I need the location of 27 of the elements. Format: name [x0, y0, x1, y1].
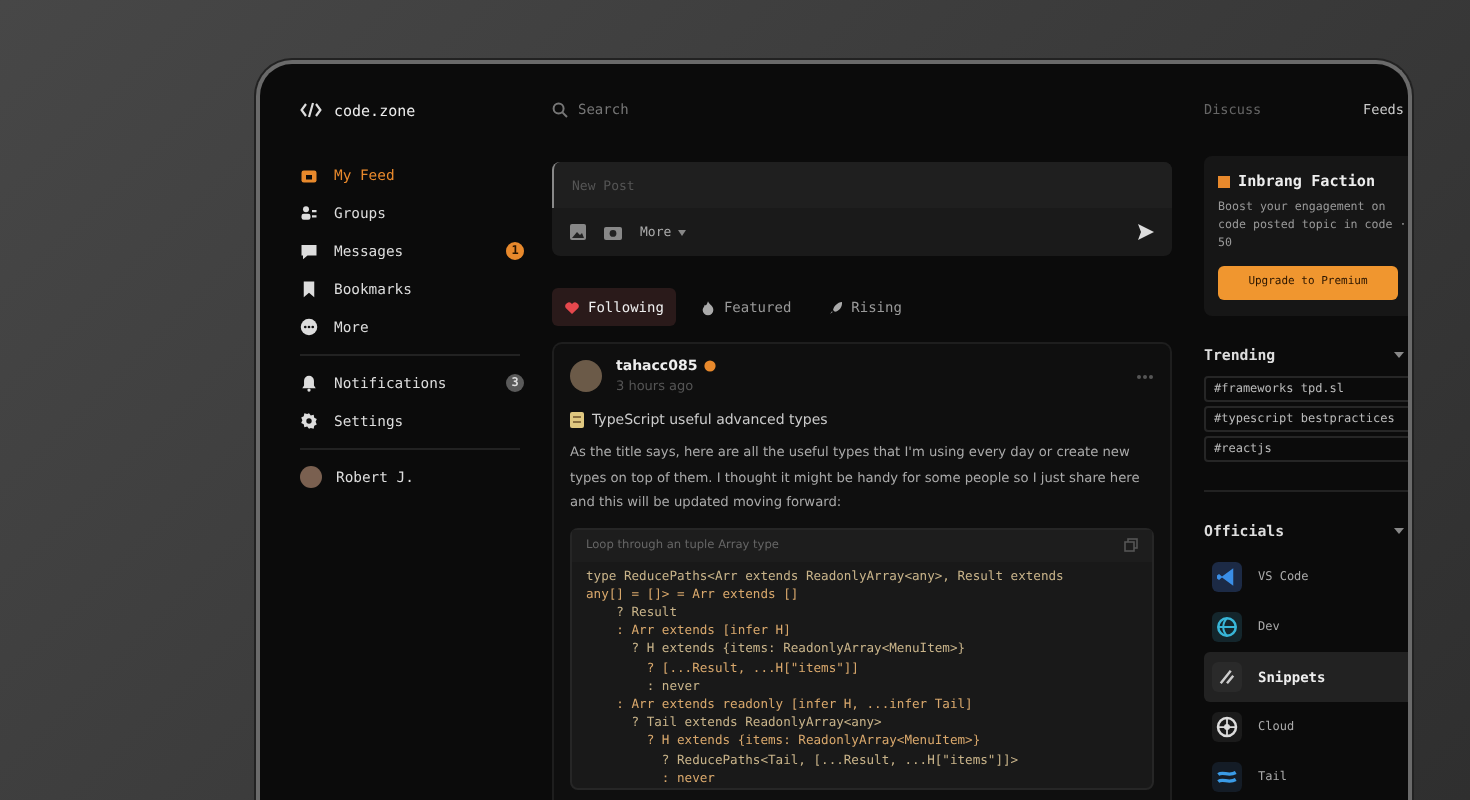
code-brackets-icon [300, 102, 322, 118]
bell-icon [300, 374, 318, 392]
more-icon [300, 318, 318, 336]
badge-icon [703, 360, 716, 372]
square-icon [1218, 175, 1230, 187]
settings-icon [300, 412, 318, 430]
heart-icon [564, 299, 580, 315]
send-icon [1138, 224, 1154, 240]
avatar [300, 466, 322, 488]
pen-icon [1212, 662, 1242, 692]
more-options-icon[interactable] [1136, 373, 1154, 379]
chat-bubble-icon [300, 242, 318, 260]
people-icon [300, 204, 318, 222]
wave-icon [1212, 762, 1242, 792]
avatar [570, 360, 602, 392]
caret-icon[interactable] [1394, 352, 1404, 358]
image-icon[interactable] [570, 224, 586, 240]
scroll-icon [570, 412, 584, 428]
caret-icon[interactable] [1394, 528, 1404, 534]
code-editor-icon [1212, 562, 1242, 592]
caret-icon [677, 229, 686, 235]
bookmark-icon [300, 280, 318, 298]
search-icon [552, 102, 568, 118]
camera-icon[interactable] [604, 224, 622, 240]
send-button[interactable] [1138, 224, 1154, 240]
wheel-icon [1212, 712, 1242, 742]
globe-icon [1212, 612, 1242, 642]
